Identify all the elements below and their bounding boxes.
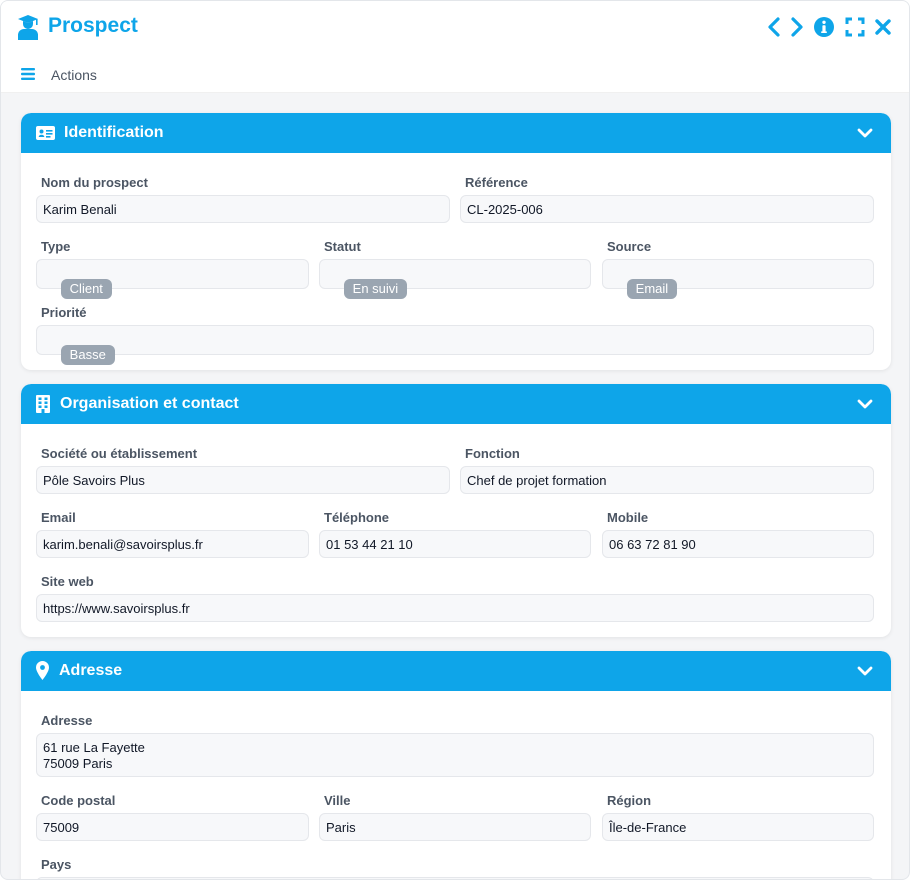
window-title: Prospect — [48, 14, 138, 37]
chevron-down-icon[interactable] — [857, 664, 873, 678]
chevron-down-icon[interactable] — [857, 397, 873, 411]
title-bar: Prospect — [1, 1, 909, 55]
identification-title: Identification — [64, 124, 164, 141]
close-icon — [875, 19, 891, 35]
societe-field[interactable]: Pôle Savoirs Plus — [36, 466, 450, 494]
user-graduate-icon — [18, 15, 38, 40]
type-field[interactable]: Client — [36, 259, 309, 299]
actions-bar: Actions — [1, 55, 909, 93]
code-postal-label: Code postal — [41, 793, 116, 808]
adresse-section: Adresse Adresse 61 rue La Fayette 75009 … — [21, 651, 891, 879]
region-label: Région — [607, 793, 652, 808]
ville-field[interactable]: Paris — [319, 813, 591, 841]
reference-label: Référence — [465, 175, 528, 190]
close-button[interactable] — [872, 15, 894, 39]
code-postal-field[interactable]: 75009 — [36, 813, 309, 841]
type-label: Type — [41, 239, 71, 254]
source-field[interactable]: Email — [602, 259, 874, 299]
chevron-down-icon[interactable] — [857, 126, 873, 140]
email-field[interactable]: karim.benali@savoirsplus.fr — [36, 530, 309, 558]
organisation-title: Organisation et contact — [60, 395, 239, 412]
statut-field[interactable]: En suivi — [319, 259, 591, 299]
region-field[interactable]: Île-de-France — [602, 813, 874, 841]
identification-section: Identification Nom du prospect Karim Ben… — [21, 113, 891, 370]
priorite-label: Priorité — [41, 305, 87, 320]
reference-field[interactable]: CL-2025-006 — [460, 195, 874, 223]
next-button[interactable] — [786, 15, 808, 39]
identification-header[interactable]: Identification — [21, 113, 891, 153]
nom-prospect-label: Nom du prospect — [41, 175, 148, 190]
source-tag: Email — [626, 279, 678, 299]
mobile-label: Mobile — [607, 510, 649, 525]
fonction-label: Fonction — [465, 446, 520, 461]
actions-menu[interactable]: Actions — [51, 67, 97, 83]
source-label: Source — [607, 239, 652, 254]
site-web-label: Site web — [41, 574, 94, 589]
fonction-field[interactable]: Chef de projet formation — [460, 466, 874, 494]
adresse-header[interactable]: Adresse — [21, 651, 891, 691]
hamburger-menu-icon[interactable] — [21, 68, 36, 80]
societe-label: Société ou établissement — [41, 446, 198, 461]
email-label: Email — [41, 510, 76, 525]
id-card-icon — [36, 126, 55, 140]
chevron-right-icon — [791, 17, 803, 37]
info-button[interactable] — [813, 15, 835, 39]
info-circle-icon — [814, 17, 834, 37]
pays-label: Pays — [41, 857, 72, 872]
building-icon — [36, 395, 50, 413]
fullscreen-button[interactable] — [844, 15, 866, 39]
prospect-window: Prospect Actions Identification Nom du p… — [0, 0, 910, 880]
priorite-tag: Basse — [60, 345, 115, 365]
organisation-header[interactable]: Organisation et contact — [21, 384, 891, 424]
adresse-field[interactable]: 61 rue La Fayette 75009 Paris — [36, 733, 874, 777]
telephone-label: Téléphone — [324, 510, 390, 525]
chevron-left-icon — [768, 17, 780, 37]
statut-label: Statut — [324, 239, 361, 254]
organisation-section: Organisation et contact Société ou établ… — [21, 384, 891, 637]
adresse-label: Adresse — [41, 713, 93, 728]
previous-button[interactable] — [763, 15, 785, 39]
expand-icon — [845, 17, 865, 37]
type-tag: Client — [60, 279, 112, 299]
statut-tag: En suivi — [343, 279, 408, 299]
map-pin-icon — [36, 661, 49, 680]
mobile-field[interactable]: 06 63 72 81 90 — [602, 530, 874, 558]
nom-prospect-field[interactable]: Karim Benali — [36, 195, 450, 223]
telephone-field[interactable]: 01 53 44 21 10 — [319, 530, 591, 558]
site-web-field[interactable]: https://www.savoirsplus.fr — [36, 594, 874, 622]
adresse-title: Adresse — [59, 662, 123, 679]
priorite-field[interactable]: Basse — [36, 325, 874, 365]
ville-label: Ville — [324, 793, 351, 808]
